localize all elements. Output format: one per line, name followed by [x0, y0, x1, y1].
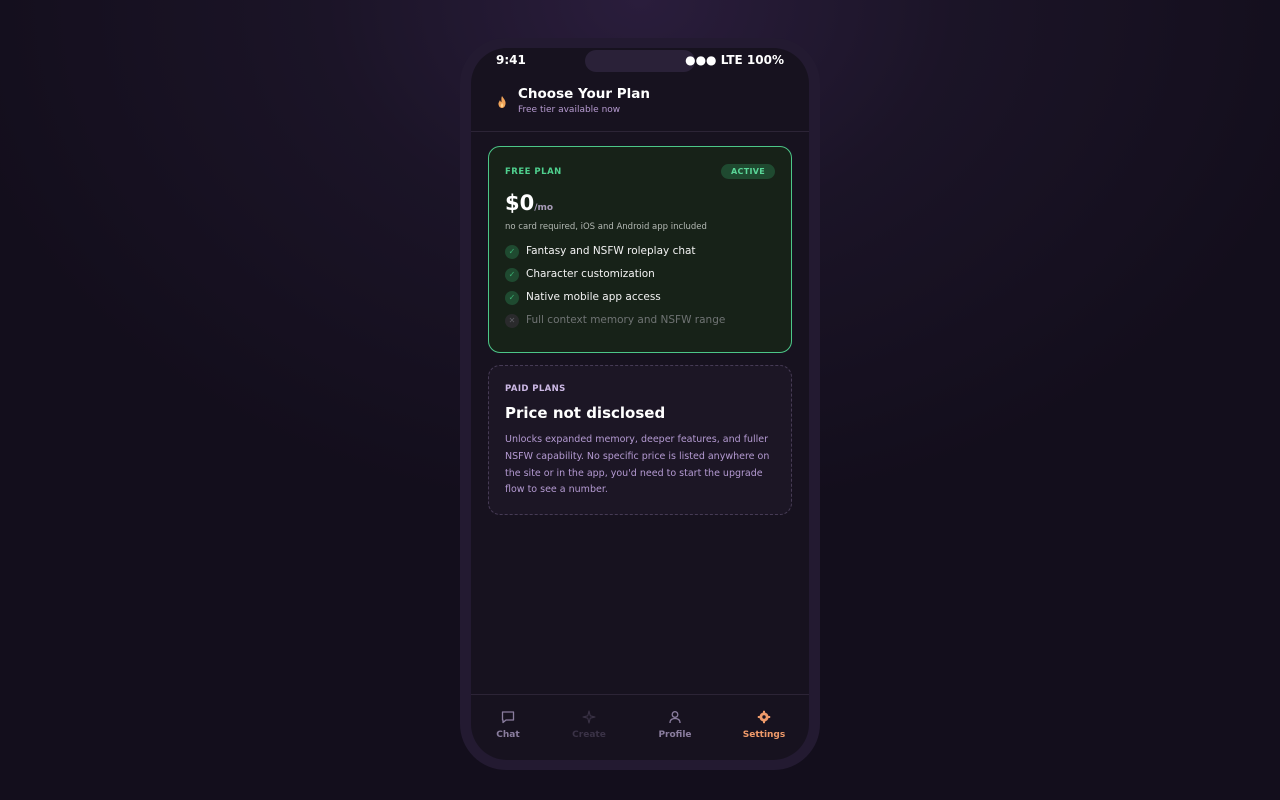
- feature-list: ✓ Fantasy and NSFW roleplay chat ✓ Chara…: [505, 244, 780, 336]
- tab-settings[interactable]: Settings: [734, 709, 794, 740]
- feature-item-unavailable: ✕ Full context memory and NSFW range: [505, 313, 780, 336]
- tab-chat[interactable]: Chat: [478, 709, 538, 740]
- status-indicators: ●●● LTE 100%: [685, 53, 784, 67]
- paid-plans-price: Price not disclosed: [505, 404, 666, 422]
- check-icon: ✓: [505, 268, 519, 282]
- price-unit: /mo: [534, 203, 554, 213]
- tab-label: Create: [572, 730, 606, 740]
- free-plan-price: $0/mo: [505, 191, 553, 215]
- paid-plans-description: Unlocks expanded memory, deeper features…: [505, 434, 770, 496]
- gear-icon: [757, 710, 771, 724]
- tab-label: Settings: [742, 730, 786, 740]
- feature-item: ✓ Fantasy and NSFW roleplay chat: [505, 244, 780, 267]
- paid-plans-card[interactable]: PAID PLANS Price not disclosed Unlocks e…: [488, 365, 792, 515]
- cross-icon: ✕: [505, 314, 519, 328]
- sparkle-icon: [582, 710, 596, 724]
- feature-item: ✓ Character customization: [505, 267, 780, 290]
- person-icon: [669, 711, 681, 724]
- phone-screen: 9:41 ●●● LTE 100% Choose Your Plan Free …: [471, 48, 809, 760]
- status-bar: 9:41 ●●● LTE 100%: [471, 48, 809, 78]
- feature-text: Full context memory and NSFW range: [526, 314, 726, 326]
- dynamic-island: [585, 50, 695, 72]
- flame-icon: [498, 96, 506, 108]
- page-title: Choose Your Plan: [518, 86, 650, 102]
- active-badge: ACTIVE: [721, 164, 775, 179]
- tab-create[interactable]: Create: [559, 709, 619, 740]
- check-icon: ✓: [505, 245, 519, 259]
- paid-plans-label: PAID PLANS: [505, 384, 566, 394]
- tab-label: Chat: [496, 730, 520, 740]
- status-time: 9:41: [496, 53, 526, 67]
- page-subtitle: Free tier available now: [518, 105, 621, 115]
- chat-bubble-icon: [501, 711, 515, 724]
- free-plan-label: FREE PLAN: [505, 167, 562, 177]
- feature-text: Native mobile app access: [526, 291, 661, 303]
- tab-profile[interactable]: Profile: [645, 709, 705, 740]
- free-plan-note: no card required, iOS and Android app in…: [505, 222, 707, 232]
- bottom-tab-bar: Chat Create Profile Settings: [471, 694, 809, 760]
- feature-text: Character customization: [526, 268, 655, 280]
- price-amount: $0: [505, 191, 535, 215]
- feature-text: Fantasy and NSFW roleplay chat: [526, 245, 696, 257]
- tab-label: Profile: [658, 730, 692, 740]
- check-icon: ✓: [505, 291, 519, 305]
- feature-item: ✓ Native mobile app access: [505, 290, 780, 313]
- page-header: Choose Your Plan Free tier available now: [471, 78, 809, 132]
- phone-frame: 9:41 ●●● LTE 100% Choose Your Plan Free …: [460, 38, 820, 770]
- free-plan-card[interactable]: FREE PLAN ACTIVE $0/mo no card required,…: [488, 146, 792, 353]
